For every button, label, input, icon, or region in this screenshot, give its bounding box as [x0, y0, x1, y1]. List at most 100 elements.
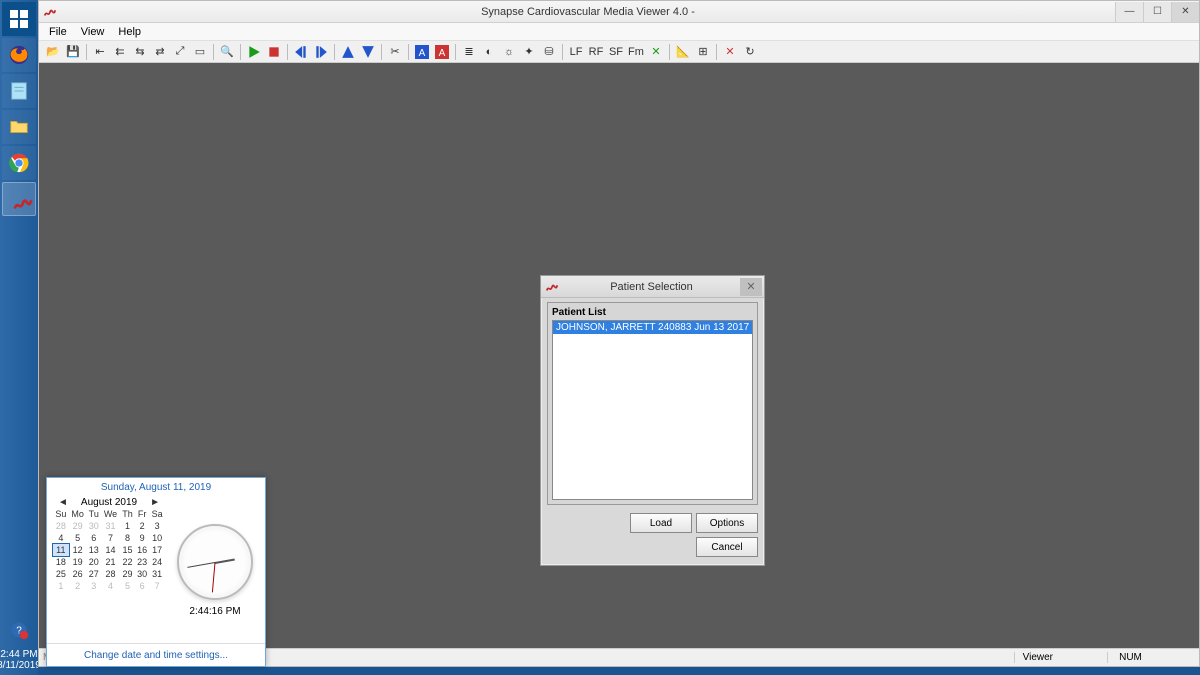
calendar-day[interactable]: 16	[135, 544, 149, 556]
cut-button[interactable]: ✂	[385, 43, 405, 61]
nav-expand-button[interactable]: ⤢	[170, 43, 190, 61]
taskbar-app-notes[interactable]	[2, 74, 36, 108]
contrast-button[interactable]: ◐	[479, 43, 499, 61]
zoom-out-button[interactable]: 🔍	[217, 43, 237, 61]
patient-row[interactable]: JOHNSON, JARRETT 240883 Jun 13 2017 16:5…	[553, 321, 752, 334]
calendar-month-label[interactable]: August 2019	[81, 497, 137, 508]
menu-file[interactable]: File	[43, 25, 73, 39]
calendar-day[interactable]: 18	[53, 556, 69, 568]
calendar-day[interactable]: 21	[101, 556, 120, 568]
dialog-close-button[interactable]: ✕	[740, 278, 762, 296]
label-fm-button[interactable]: Fm	[626, 43, 646, 61]
calendar-day[interactable]: 5	[69, 532, 87, 544]
calendar-day[interactable]: 29	[69, 520, 87, 532]
step-back-button[interactable]	[291, 43, 311, 61]
cancel-button[interactable]: Cancel	[696, 537, 758, 557]
marker-end-button[interactable]	[358, 43, 378, 61]
label-rf-button[interactable]: RF	[586, 43, 606, 61]
levels-button[interactable]: ⛁	[539, 43, 559, 61]
open-button[interactable]: 📂	[43, 43, 63, 61]
window-titlebar[interactable]: Synapse Cardiovascular Media Viewer 4.0 …	[39, 1, 1199, 23]
calendar-day[interactable]: 9	[135, 532, 149, 544]
label-lf-button[interactable]: LF	[566, 43, 586, 61]
calendar-day[interactable]: 11	[53, 544, 69, 556]
save-button[interactable]: 💾	[63, 43, 83, 61]
calendar-day[interactable]: 17	[149, 544, 165, 556]
load-button[interactable]: Load	[630, 513, 692, 533]
close-button[interactable]: ✕	[720, 43, 740, 61]
calendar-day[interactable]: 7	[149, 580, 165, 592]
calendar-day[interactable]: 28	[101, 568, 120, 580]
taskbar-app-explorer[interactable]	[2, 110, 36, 144]
calendar-day[interactable]: 8	[120, 532, 135, 544]
measure-button[interactable]: 📐	[673, 43, 693, 61]
taskbar-app-firefox[interactable]	[2, 38, 36, 72]
menu-view[interactable]: View	[75, 25, 111, 39]
calendar-next-month[interactable]: ►	[147, 497, 163, 508]
calendar-day[interactable]: 26	[69, 568, 87, 580]
calendar-day[interactable]: 31	[101, 520, 120, 532]
calendar-day[interactable]: 2	[69, 580, 87, 592]
step-fwd-button[interactable]	[311, 43, 331, 61]
calendar-day[interactable]: 6	[135, 580, 149, 592]
calendar-day[interactable]: 19	[69, 556, 87, 568]
stop-button[interactable]	[264, 43, 284, 61]
change-datetime-link[interactable]: Change date and time settings...	[84, 650, 228, 661]
calendar-day[interactable]: 3	[87, 580, 101, 592]
calendar-day[interactable]: 2	[135, 520, 149, 532]
calendar-day[interactable]: 27	[87, 568, 101, 580]
fit-button[interactable]: ▭	[190, 43, 210, 61]
calendar-day[interactable]: 4	[101, 580, 120, 592]
calendar-day[interactable]: 10	[149, 532, 165, 544]
calendar-day[interactable]: 3	[149, 520, 165, 532]
label-sf-button[interactable]: SF	[606, 43, 626, 61]
calendar-day[interactable]: 30	[135, 568, 149, 580]
taskbar-app-synapse[interactable]	[2, 182, 36, 216]
taskbar-clock[interactable]: 2:44 PM 8/11/2019	[0, 647, 41, 673]
taskbar-app-chrome[interactable]	[2, 146, 36, 180]
sharpen-button[interactable]: ✦	[519, 43, 539, 61]
nav-first-button[interactable]: ⇤	[90, 43, 110, 61]
calendar-day[interactable]: 29	[120, 568, 135, 580]
close-button[interactable]: ✕	[1171, 2, 1199, 22]
calendar-day[interactable]: 5	[120, 580, 135, 592]
calendar-day[interactable]: 30	[87, 520, 101, 532]
annotate-a-button[interactable]: A	[412, 43, 432, 61]
calendar-grid[interactable]: SuMoTuWeThFrSa28293031123456789101112131…	[53, 508, 165, 592]
start-button[interactable]	[2, 2, 36, 36]
tray-action-center[interactable]: ?	[4, 615, 34, 645]
calendar-day[interactable]: 25	[53, 568, 69, 580]
delete-marker-button[interactable]: ✕	[646, 43, 666, 61]
dialog-titlebar[interactable]: Patient Selection ✕	[541, 276, 764, 298]
calendar-day[interactable]: 13	[87, 544, 101, 556]
options-button[interactable]: Options	[696, 513, 758, 533]
marker-start-button[interactable]	[338, 43, 358, 61]
play-button[interactable]	[244, 43, 264, 61]
lines-button[interactable]: ≣	[459, 43, 479, 61]
calendar-day[interactable]: 1	[53, 580, 69, 592]
calendar-day[interactable]: 22	[120, 556, 135, 568]
calendar-day[interactable]: 24	[149, 556, 165, 568]
calendar-day[interactable]: 4	[53, 532, 69, 544]
calendar-day[interactable]: 20	[87, 556, 101, 568]
menu-help[interactable]: Help	[112, 25, 147, 39]
calendar-day[interactable]: 7	[101, 532, 120, 544]
calendar-day[interactable]: 15	[120, 544, 135, 556]
calendar-day[interactable]: 1	[120, 520, 135, 532]
nav-prev-button[interactable]: ⇆	[130, 43, 150, 61]
calendar-day[interactable]: 31	[149, 568, 165, 580]
refresh-button[interactable]: ↻	[740, 43, 760, 61]
annotate-b-button[interactable]: A	[432, 43, 452, 61]
maximize-button[interactable]: ☐	[1143, 2, 1171, 22]
calendar-day[interactable]: 23	[135, 556, 149, 568]
minimize-button[interactable]: —	[1115, 2, 1143, 22]
patient-listbox[interactable]: JOHNSON, JARRETT 240883 Jun 13 2017 16:5…	[552, 320, 753, 500]
calendar-prev-month[interactable]: ◄	[55, 497, 71, 508]
calendar-day[interactable]: 14	[101, 544, 120, 556]
brightness-button[interactable]: ☼	[499, 43, 519, 61]
calendar-day[interactable]: 12	[69, 544, 87, 556]
nav-next-button[interactable]: ⇄	[150, 43, 170, 61]
calendar-day[interactable]: 6	[87, 532, 101, 544]
calibrate-button[interactable]: ⊞	[693, 43, 713, 61]
calendar-day[interactable]: 28	[53, 520, 69, 532]
